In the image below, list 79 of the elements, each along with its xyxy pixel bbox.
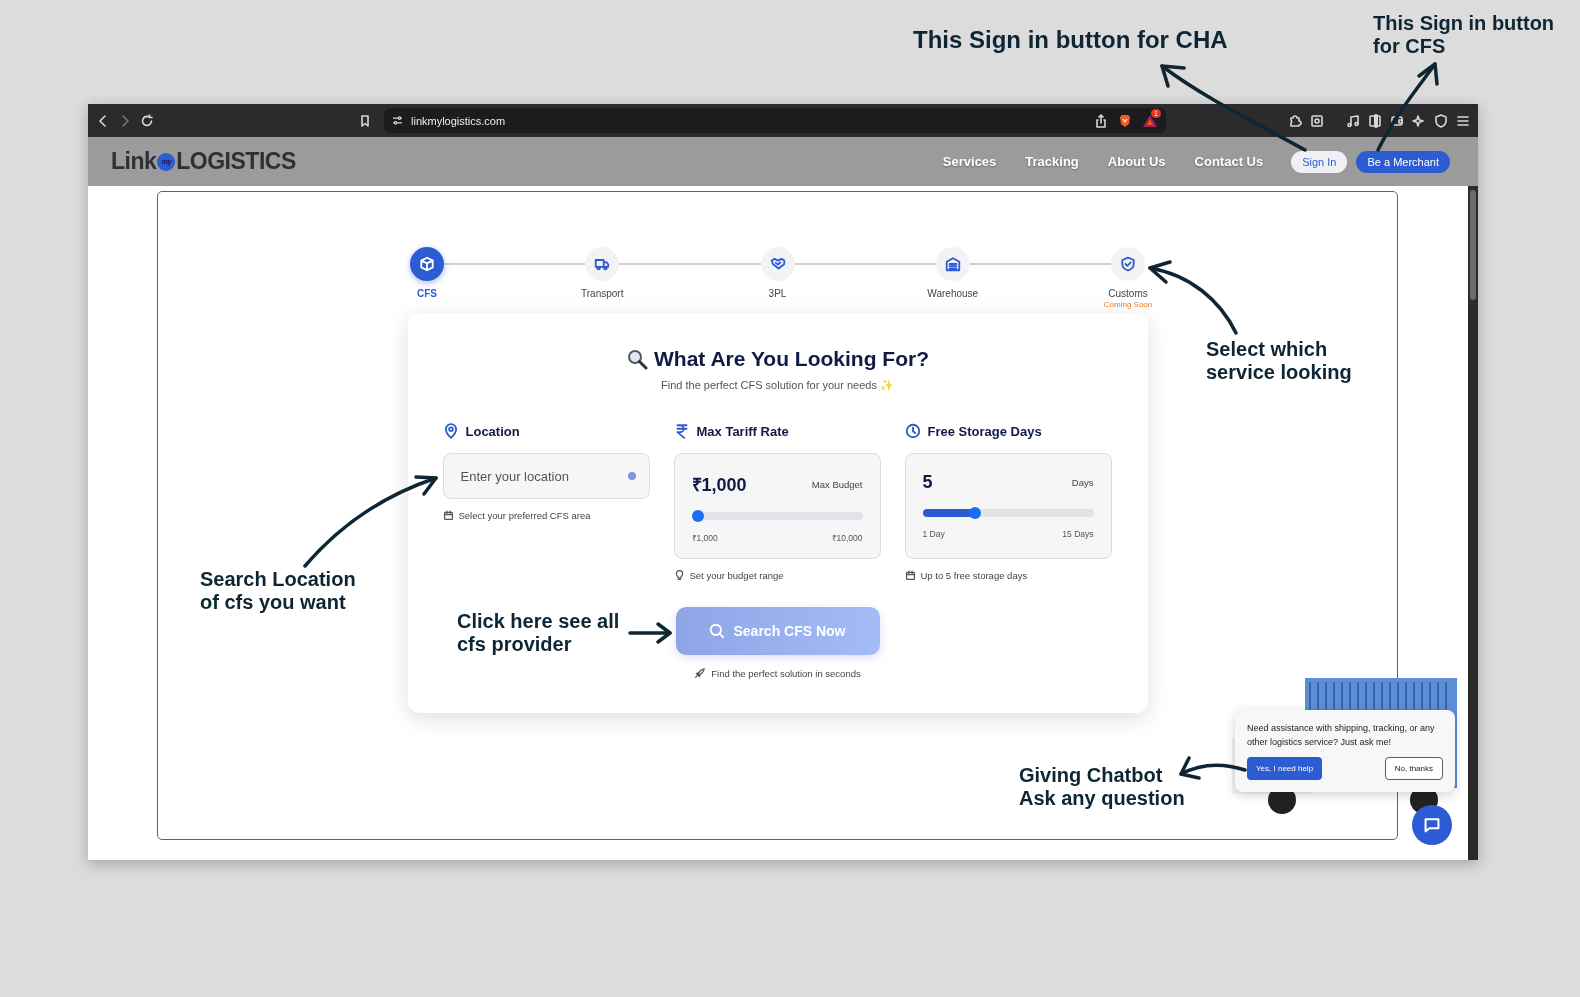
card-title: What Are You Looking For? — [654, 347, 929, 371]
step-button[interactable] — [760, 247, 795, 281]
step-icon — [594, 256, 611, 272]
rocket-icon — [694, 668, 706, 679]
decline-button[interactable]: No, thanks — [1384, 757, 1443, 780]
slider-thumb[interactable] — [691, 510, 704, 522]
accept-help-button[interactable]: Yes, I need help — [1247, 757, 1323, 780]
url-text: linkmylogistics.com — [411, 114, 506, 127]
slider-max: 15 Days — [1062, 529, 1094, 539]
step-label: Customs — [1108, 288, 1148, 299]
chat-message: Need assistance with shipping, tracking, or any other logistics service? Just ask me! — [1247, 722, 1436, 749]
nav-link[interactable]: Contact Us — [1194, 154, 1264, 169]
step-label: CFS — [417, 288, 437, 299]
sign-in-button[interactable]: Sign In — [1291, 150, 1348, 173]
shield-lion-icon[interactable] — [1118, 113, 1132, 128]
dot-icon — [627, 472, 636, 480]
site-settings-icon[interactable] — [392, 115, 403, 126]
step-icon — [769, 256, 786, 272]
slider-min: 1 Day — [922, 529, 945, 539]
step-icon — [944, 256, 961, 272]
reader-icon[interactable] — [1310, 113, 1324, 128]
coming-soon-note: Coming Soon — [1103, 300, 1153, 309]
field-label: Location — [465, 423, 520, 439]
hint-text: Set your budget range — [689, 570, 784, 581]
chat-bubble-icon — [1423, 816, 1441, 834]
annotation-arrow — [1179, 756, 1247, 780]
slider-min: ₹1,000 — [691, 532, 718, 543]
step-label: Transport — [581, 288, 624, 299]
shield-icon[interactable] — [1434, 113, 1448, 128]
nav-link[interactable]: About Us — [1107, 154, 1166, 169]
footnote-text: Find the perfect solution in seconds — [711, 668, 861, 679]
hint-text: Select your preferred CFS area — [458, 510, 591, 521]
share-icon[interactable] — [1094, 113, 1108, 128]
clock-icon — [904, 423, 921, 439]
annotation-text: Giving Chatbot Ask any question — [1019, 764, 1186, 810]
calendar-icon — [442, 510, 454, 521]
reload-icon[interactable] — [140, 113, 154, 128]
nav-link[interactable]: Services — [942, 154, 997, 169]
step-button[interactable] — [935, 247, 970, 281]
slider-unit: Max Budget — [811, 478, 863, 490]
step-icon — [419, 256, 435, 272]
sidebar-icon[interactable] — [1368, 113, 1382, 128]
slider-value: ₹1,000 — [691, 474, 747, 496]
hint-text: Up to 5 free storage days — [920, 570, 1028, 581]
field-label: Free Storage Days — [927, 423, 1042, 439]
step-button[interactable] — [1111, 247, 1145, 281]
annotation-text: This Sign in button for CHA — [913, 26, 1229, 54]
field-label: Max Tariff Rate — [696, 423, 789, 439]
card-subtitle: Find the perfect CFS solution for your needs ✨ — [660, 379, 895, 392]
location-pin-icon — [442, 423, 459, 439]
magnifier-icon — [626, 348, 649, 370]
search-icon — [709, 623, 726, 639]
lightbulb-icon — [673, 570, 685, 581]
puzzle-icon[interactable] — [1288, 113, 1302, 128]
annotation-arrow — [628, 622, 672, 644]
location-field[interactable]: Enter your location — [442, 453, 650, 499]
music-icon[interactable] — [1346, 113, 1360, 128]
annotation-text: Select which service looking — [1206, 338, 1353, 384]
slider-track[interactable] — [922, 509, 1094, 517]
slider-track[interactable] — [691, 512, 863, 520]
slider-unit: Days — [1071, 477, 1094, 488]
step-icon — [1120, 256, 1136, 272]
step-button[interactable] — [410, 247, 444, 281]
annotation-text: Search Location of cfs you want — [200, 568, 357, 614]
calendar-icon — [904, 570, 916, 581]
sparkle-icon[interactable] — [1412, 113, 1426, 128]
step-label: Warehouse — [927, 288, 979, 299]
slider-max: ₹10,000 — [831, 532, 863, 543]
menu-icon[interactable] — [1456, 113, 1470, 128]
annotation-text: Click here see all cfs provider — [457, 610, 621, 656]
merchant-button[interactable]: Be a Merchant — [1356, 150, 1450, 173]
annotation-text: This Sign in button for CFS — [1373, 12, 1556, 58]
wallet-icon[interactable] — [1390, 113, 1404, 128]
step-button[interactable] — [585, 247, 620, 281]
bookmark-icon[interactable] — [358, 113, 372, 128]
nav-link[interactable]: Tracking — [1025, 154, 1079, 169]
step-label: 3PL — [768, 288, 787, 299]
triangle-icon[interactable] — [1142, 113, 1158, 128]
slider-value: 5 — [922, 472, 933, 493]
